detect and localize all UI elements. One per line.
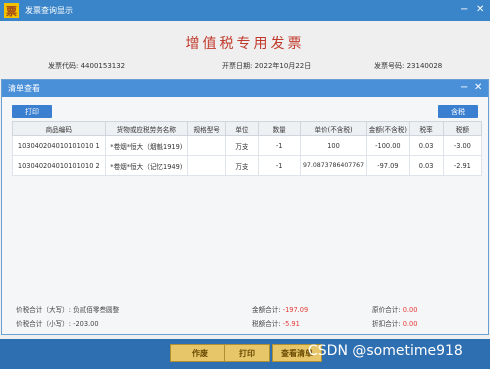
amount-total: 金额合计: -197.09	[252, 304, 308, 314]
cell-tax-rate: 0.03	[408, 155, 444, 176]
cell-goods-code: 103040204010101010 2	[12, 155, 106, 176]
invoice-date-value: 2022年10月22日	[254, 62, 312, 70]
discount-label: 折扣合计:	[372, 320, 401, 328]
table-row[interactable]: 103040204010101010 1 *卷烟*恒大（烟魁1919) 万支 -…	[12, 135, 483, 156]
cell-tax-rate: 0.03	[408, 135, 444, 156]
window-titlebar: 票 发票查询显示 − ✕	[0, 0, 490, 21]
col-amount: 金额(不含税)	[366, 121, 410, 136]
amount-total-label: 金额合计:	[252, 306, 281, 314]
col-unit: 单位	[225, 121, 259, 136]
col-quantity: 数量	[257, 121, 301, 136]
invoice-date-label: 开票日期:	[222, 62, 253, 70]
invoice-code-label: 发票代码:	[48, 62, 79, 70]
tax-inclusive-button[interactable]: 含税	[438, 105, 478, 118]
goods-table: 商品编码 货物或应税劳务名称 规格型号 单位 数量 单价(不含税) 金额(不含税…	[12, 121, 483, 176]
cell-unit: 万支	[225, 135, 259, 156]
cell-goods-name: *卷烟*恒大（烟魁1919)	[104, 135, 189, 156]
discount-value: 0.00	[402, 320, 418, 328]
dialog-minimize-icon[interactable]: −	[460, 82, 468, 93]
cell-spec	[187, 135, 227, 156]
amount-total-value: -197.09	[282, 306, 309, 314]
col-tax-rate: 税率	[408, 121, 444, 136]
cell-unit-price: 97.0873786407767	[299, 155, 368, 176]
dialog-title: 清单查看	[8, 84, 40, 93]
original-price-total: 原价合计: 0.00	[372, 304, 417, 314]
total-upper-value: 负贰佰零叁圆整	[73, 306, 120, 314]
col-tax-amount: 税额	[442, 121, 483, 136]
cell-unit: 万支	[225, 155, 259, 176]
tax-total-label: 税额合计:	[252, 320, 281, 328]
cell-quantity: -1	[257, 135, 301, 156]
cell-amount: -100.00	[366, 135, 410, 156]
cell-tax-amount: -3.00	[442, 135, 483, 156]
cell-quantity: -1	[257, 155, 301, 176]
cell-spec	[187, 155, 227, 176]
dialog-titlebar: 清单查看 − ✕	[2, 80, 488, 97]
cell-goods-code: 103040204010101010 1	[12, 135, 106, 156]
print-list-button[interactable]: 打印	[12, 105, 52, 118]
invoice-number-value: 23140028	[406, 62, 443, 70]
void-button[interactable]: 作废	[170, 344, 230, 362]
invoice-logo-icon: 票	[4, 3, 19, 18]
window-title: 发票查询显示	[25, 6, 73, 15]
col-spec: 规格型号	[187, 121, 227, 136]
watermark: CSDN @sometime918	[308, 343, 463, 359]
invoice-number: 发票号码: 23140028	[374, 61, 442, 71]
invoice-title: 增值税专用发票	[185, 36, 305, 52]
cell-unit-price: 100	[299, 135, 368, 156]
discount-total: 折扣合计: 0.00	[372, 318, 417, 328]
table-header-row: 商品编码 货物或应税劳务名称 规格型号 单位 数量 单价(不含税) 金额(不含税…	[12, 121, 483, 136]
invoice-date: 开票日期: 2022年10月22日	[222, 61, 311, 71]
total-lower-value: -203.00	[73, 320, 99, 328]
close-icon[interactable]: ✕	[476, 4, 484, 15]
total-lower: 价税合计（小写）: -203.00	[16, 318, 99, 328]
cell-amount: -97.09	[366, 155, 410, 176]
minimize-icon[interactable]: −	[460, 4, 468, 15]
total-upper-label: 价税合计（大写）:	[16, 306, 71, 314]
list-view-dialog: 清单查看 − ✕ 打印 含税 商品编码 货物或应税劳务名称 规格型号 单位 数量…	[1, 79, 489, 335]
col-goods-name: 货物或应税劳务名称	[104, 121, 189, 136]
cell-goods-name: *卷烟*恒大（记忆1949)	[104, 155, 189, 176]
invoice-number-label: 发票号码:	[374, 62, 405, 70]
print-invoice-button[interactable]: 打印	[224, 344, 270, 362]
invoice-code: 发票代码: 4400153132	[48, 61, 125, 71]
tax-total: 税额合计: -5.91	[252, 318, 300, 328]
total-upper: 价税合计（大写）: 负贰佰零叁圆整	[16, 304, 119, 314]
dialog-close-icon[interactable]: ✕	[474, 82, 482, 93]
col-goods-code: 商品编码	[12, 121, 106, 136]
original-price-value: 0.00	[402, 306, 418, 314]
original-price-label: 原价合计:	[372, 306, 401, 314]
total-lower-label: 价税合计（小写）:	[16, 320, 71, 328]
cell-tax-amount: -2.91	[442, 155, 483, 176]
col-unit-price: 单价(不含税)	[299, 121, 368, 136]
tax-total-value: -5.91	[282, 320, 300, 328]
invoice-code-value: 4400153132	[80, 62, 126, 70]
table-row[interactable]: 103040204010101010 2 *卷烟*恒大（记忆1949) 万支 -…	[12, 155, 483, 176]
